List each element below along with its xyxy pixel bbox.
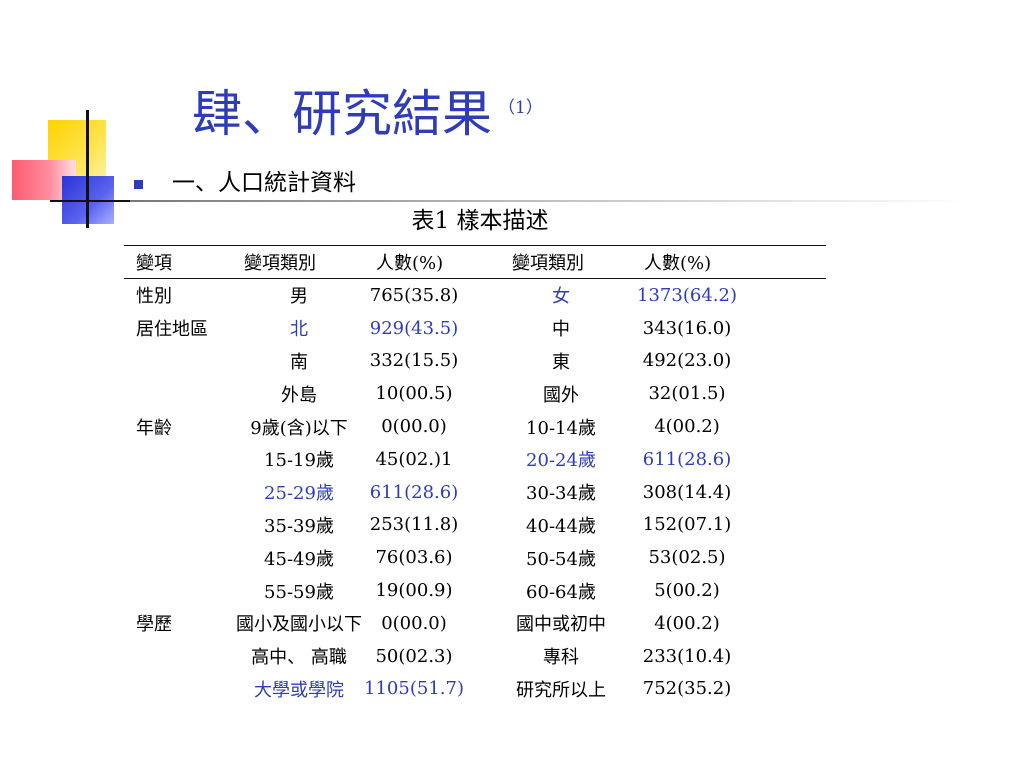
category-cell: 南 [290,351,308,373]
count-cell: 45(02.)1 [375,448,453,470]
count-cell: 5(00.2) [654,580,720,602]
category-cell: 國中或初中 [516,614,606,636]
count-cell: 1373(64.2) [637,284,737,306]
category-cell: 研究所以上 [516,679,606,701]
category-cell: 45-49歲 [264,548,334,570]
count-cell: 19(00.9) [375,580,453,602]
category-cell: 中 [552,319,570,341]
slide-title-main: 肆、研究結果 [192,85,492,143]
variable-cell: 居住地區 [136,319,208,341]
header-category-2: 變項類別 [512,253,584,274]
decor-horizontal-line [50,200,130,202]
sample-description-table: 變項 變項類別 人數(%) 變項類別 人數(%) 性別 男 765(35.8) 女 13… [124,245,826,705]
category-cell: 高中、 高職 [251,647,347,669]
category-cell: 40-44歲 [526,515,596,537]
table-row: 45-49歲 76(03.6) 50-54歲 53(02.5) [124,541,826,574]
table-row: 大學或學院 1105(51.7) 研究所以上 752(35.2) [124,673,826,706]
category-cell: 專科 [543,647,579,669]
title-divider [130,200,970,202]
category-cell: 外島 [281,384,317,406]
category-cell: 女 [552,286,570,308]
category-cell: 國小及國小以下 [236,614,362,636]
header-count-1: 人數(%) [376,253,444,274]
category-cell: 9歲(含)以下 [250,417,348,439]
category-cell: 50-54歲 [526,548,596,570]
table-row: 居住地區 北 929(43.5) 中 343(16.0) [124,312,826,345]
category-cell: 60-64歲 [526,581,596,603]
table-header-row: 變項 變項類別 人數(%) 變項類別 人數(%) [124,246,826,278]
count-cell: 233(10.4) [642,645,732,667]
count-cell: 50(02.3) [375,645,453,667]
count-cell: 0(00.0) [381,416,447,438]
category-cell: 25-29歲 [264,483,334,505]
table-row: 南 332(15.5) 東 492(23.0) [124,345,826,378]
table-row: 35-39歲 253(11.8) 40-44歲 152(07.1) [124,509,826,542]
count-cell: 4(00.2) [654,612,720,634]
table-row: 25-29歲 611(28.6) 30-34歲 308(14.4) [124,476,826,509]
count-cell: 752(35.2) [642,678,732,700]
slide-title-sub: （1） [498,98,543,118]
count-cell: 32(01.5) [648,383,726,405]
count-cell: 611(28.6) [369,481,459,503]
count-cell: 1105(51.7) [364,678,464,700]
table-row: 外島 10(00.5) 國外 32(01.5) [124,377,826,410]
header-variable: 變項 [136,253,172,274]
variable-cell: 性別 [136,286,172,308]
table-row: 年齡 9歲(含)以下 0(00.0) 10-14歲 4(00.2) [124,410,826,443]
table-row: 55-59歲 19(00.9) 60-64歲 5(00.2) [124,574,826,607]
category-cell: 55-59歲 [264,581,334,603]
count-cell: 76(03.6) [375,547,453,569]
count-cell: 10(00.5) [375,383,453,405]
count-cell: 765(35.8) [369,284,459,306]
table-row: 15-19歲 45(02.)1 20-24歲 611(28.6) [124,443,826,476]
count-cell: 0(00.0) [381,612,447,634]
header-category-1: 變項類別 [244,253,316,274]
table-body: 性別 男 765(35.8) 女 1373(64.2) 居住地區 北 929(43.5) 中 34… [124,279,826,705]
header-count-2: 人數(%) [644,253,712,274]
table-row: 性別 男 765(35.8) 女 1373(64.2) [124,279,826,312]
table-row: 學歷 國小及國小以下 0(00.0) 國中或初中 4(00.2) [124,607,826,640]
slide-title: 肆、研究結果 （1） [192,78,543,144]
bullet-text: 一、人口統計資料 [172,170,356,196]
bullet-square-icon [134,180,143,189]
count-cell: 343(16.0) [642,317,732,339]
category-cell: 35-39歲 [264,515,334,537]
category-cell: 國外 [543,384,579,406]
category-cell: 10-14歲 [526,417,596,439]
category-cell: 15-19歲 [264,450,334,472]
variable-cell: 學歷 [136,614,172,636]
count-cell: 53(02.5) [648,547,726,569]
count-cell: 332(15.5) [369,350,459,372]
decor-vertical-line [86,110,89,228]
count-cell: 4(00.2) [654,416,720,438]
category-cell: 20-24歲 [526,450,596,472]
variable-cell: 年齡 [136,417,172,439]
category-cell: 東 [552,351,570,373]
count-cell: 492(23.0) [642,350,732,372]
category-cell: 北 [290,319,308,341]
count-cell: 929(43.5) [369,317,459,339]
count-cell: 152(07.1) [642,514,732,536]
count-cell: 253(11.8) [369,514,459,536]
category-cell: 男 [290,286,308,308]
count-cell: 611(28.6) [642,448,732,470]
category-cell: 大學或學院 [254,679,344,701]
count-cell: 308(14.4) [642,481,732,503]
table-row: 高中、 高職 50(02.3) 專科 233(10.4) [124,640,826,673]
table-caption: 表1 樣本描述 [411,208,549,234]
category-cell: 30-34歲 [526,483,596,505]
